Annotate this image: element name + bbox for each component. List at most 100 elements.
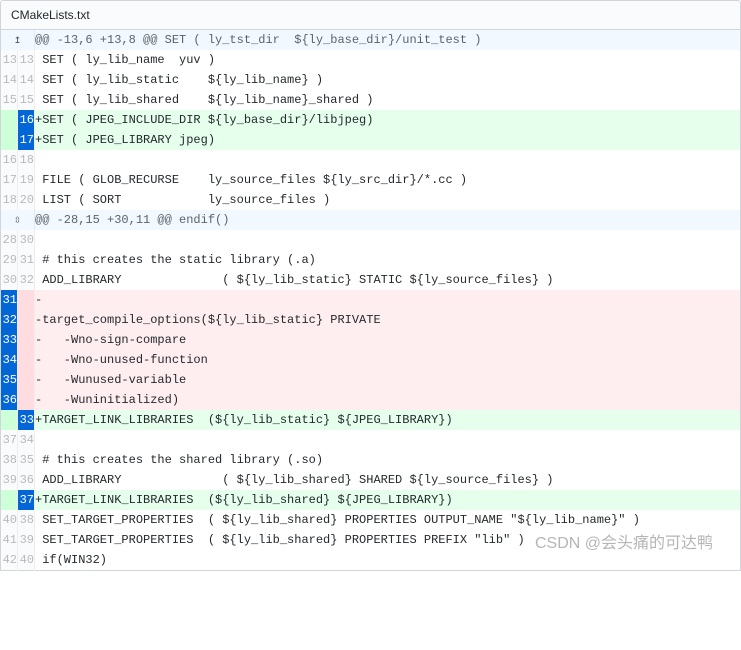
diff-row: 1515 SET ( ly_lib_shared ${ly_lib_name}_…	[1, 90, 741, 110]
new-line-number[interactable]: 13	[18, 50, 35, 70]
diff-row: 3835 # this creates the shared library (…	[1, 450, 741, 470]
old-line-number[interactable]: 38	[1, 450, 18, 470]
code-line[interactable]: SET ( ly_lib_shared ${ly_lib_name}_share…	[35, 90, 741, 110]
old-line-number[interactable]: 28	[1, 230, 18, 250]
code-line[interactable]	[35, 150, 741, 170]
new-line-number[interactable]: 34	[18, 430, 35, 450]
code-line[interactable]: - -Wunused-variable	[35, 370, 741, 390]
code-line[interactable]	[35, 230, 741, 250]
code-line[interactable]	[35, 430, 741, 450]
old-line-number[interactable]: 18	[1, 190, 18, 210]
diff-row: 3734	[1, 430, 741, 450]
old-line-number[interactable]: 13	[1, 50, 18, 70]
new-line-number[interactable]: 38	[18, 510, 35, 530]
code-line[interactable]: - -Wuninitialized)	[35, 390, 741, 410]
new-line-number[interactable]: 35	[18, 450, 35, 470]
diff-row: 36 - -Wuninitialized)	[1, 390, 741, 410]
diff-row: ↥@@ -13,6 +13,8 @@ SET ( ly_tst_dir ${ly…	[1, 30, 741, 50]
new-line-number[interactable]: 30	[18, 230, 35, 250]
new-line-number[interactable]: 17	[18, 130, 35, 150]
old-line-number[interactable]: 40	[1, 510, 18, 530]
new-line-number[interactable]: 39	[18, 530, 35, 550]
file-header[interactable]: CMakeLists.txt	[0, 0, 741, 30]
diff-row: 33+TARGET_LINK_LIBRARIES (${ly_lib_stati…	[1, 410, 741, 430]
code-line[interactable]: # this creates the static library (.a)	[35, 250, 741, 270]
old-line-number[interactable]: 37	[1, 430, 18, 450]
new-line-number[interactable]: 18	[18, 150, 35, 170]
code-line[interactable]: # this creates the shared library (.so)	[35, 450, 741, 470]
new-line-number[interactable]: 36	[18, 470, 35, 490]
expand-button[interactable]: ↥	[1, 30, 35, 50]
new-line-number[interactable]: 33	[18, 410, 35, 430]
diff-row: 4240 if(WIN32)	[1, 550, 741, 571]
old-line-number[interactable]: 42	[1, 550, 18, 571]
code-line[interactable]: +SET ( JPEG_LIBRARY jpeg)	[35, 130, 741, 150]
diff-row: 32 -target_compile_options(${ly_lib_stati…	[1, 310, 741, 330]
new-line-number[interactable]: 19	[18, 170, 35, 190]
code-line[interactable]: +TARGET_LINK_LIBRARIES (${ly_lib_shared}…	[35, 490, 741, 510]
old-line-number[interactable]	[1, 110, 18, 130]
code-line[interactable]: +SET ( JPEG_INCLUDE_DIR ${ly_base_dir}/l…	[35, 110, 741, 130]
old-line-number[interactable]: 36	[1, 390, 18, 410]
code-line[interactable]: +TARGET_LINK_LIBRARIES (${ly_lib_static}…	[35, 410, 741, 430]
old-line-number[interactable]	[1, 490, 18, 510]
code-line[interactable]: SET_TARGET_PROPERTIES ( ${ly_lib_shared}…	[35, 510, 741, 530]
old-line-number[interactable]: 41	[1, 530, 18, 550]
old-line-number[interactable]: 39	[1, 470, 18, 490]
diff-row: 17+SET ( JPEG_LIBRARY jpeg)	[1, 130, 741, 150]
old-line-number[interactable]: 33	[1, 330, 18, 350]
new-line-number[interactable]	[18, 290, 35, 310]
new-line-number[interactable]	[18, 330, 35, 350]
diff-row: 35 - -Wunused-variable	[1, 370, 741, 390]
new-line-number[interactable]: 32	[18, 270, 35, 290]
old-line-number[interactable]	[1, 130, 18, 150]
expand-both-icon: ⇳	[1, 210, 34, 230]
diff-row: 2931 # this creates the static library (…	[1, 250, 741, 270]
new-line-number[interactable]	[18, 370, 35, 390]
new-line-number[interactable]	[18, 350, 35, 370]
code-line[interactable]: LIST ( SORT ly_source_files )	[35, 190, 741, 210]
old-line-number[interactable]: 30	[1, 270, 18, 290]
new-line-number[interactable]: 31	[18, 250, 35, 270]
hunk-header: @@ -28,15 +30,11 @@ endif()	[35, 210, 741, 230]
code-line[interactable]: SET ( ly_lib_static ${ly_lib_name} )	[35, 70, 741, 90]
old-line-number[interactable]: 29	[1, 250, 18, 270]
new-line-number[interactable]: 15	[18, 90, 35, 110]
diff-row: 3936 ADD_LIBRARY ( ${ly_lib_shared} SHAR…	[1, 470, 741, 490]
old-line-number[interactable]: 34	[1, 350, 18, 370]
old-line-number[interactable]: 32	[1, 310, 18, 330]
code-line[interactable]: ADD_LIBRARY ( ${ly_lib_shared} SHARED ${…	[35, 470, 741, 490]
expand-button[interactable]: ⇳	[1, 210, 35, 230]
new-line-number[interactable]: 16	[18, 110, 35, 130]
diff-row: 1618	[1, 150, 741, 170]
file-name: CMakeLists.txt	[11, 8, 90, 22]
new-line-number[interactable]: 40	[18, 550, 35, 571]
diff-row: ⇳@@ -28,15 +30,11 @@ endif()	[1, 210, 741, 230]
code-line[interactable]: SET_TARGET_PROPERTIES ( ${ly_lib_shared}…	[35, 530, 741, 550]
diff-table: ↥@@ -13,6 +13,8 @@ SET ( ly_tst_dir ${ly…	[0, 30, 741, 571]
new-line-number[interactable]	[18, 390, 35, 410]
old-line-number[interactable]	[1, 410, 18, 430]
code-line[interactable]: ADD_LIBRARY ( ${ly_lib_static} STATIC ${…	[35, 270, 741, 290]
diff-row: 1719 FILE ( GLOB_RECURSE ly_source_files…	[1, 170, 741, 190]
new-line-number[interactable]: 37	[18, 490, 35, 510]
new-line-number[interactable]: 20	[18, 190, 35, 210]
new-line-number[interactable]	[18, 310, 35, 330]
old-line-number[interactable]: 16	[1, 150, 18, 170]
old-line-number[interactable]: 14	[1, 70, 18, 90]
code-line[interactable]: -	[35, 290, 741, 310]
old-line-number[interactable]: 15	[1, 90, 18, 110]
old-line-number[interactable]: 17	[1, 170, 18, 190]
code-line[interactable]: - -Wno-unused-function	[35, 350, 741, 370]
code-line[interactable]: if(WIN32)	[35, 550, 741, 571]
code-line[interactable]: FILE ( GLOB_RECURSE ly_source_files ${ly…	[35, 170, 741, 190]
diff-row: 2830	[1, 230, 741, 250]
diff-row: 33 - -Wno-sign-compare	[1, 330, 741, 350]
code-line[interactable]: SET ( ly_lib_name yuv )	[35, 50, 741, 70]
old-line-number[interactable]: 35	[1, 370, 18, 390]
code-line[interactable]: - -Wno-sign-compare	[35, 330, 741, 350]
code-line[interactable]: -target_compile_options(${ly_lib_static}…	[35, 310, 741, 330]
old-line-number[interactable]: 31	[1, 290, 18, 310]
new-line-number[interactable]: 14	[18, 70, 35, 90]
diff-row: 1414 SET ( ly_lib_static ${ly_lib_name} …	[1, 70, 741, 90]
